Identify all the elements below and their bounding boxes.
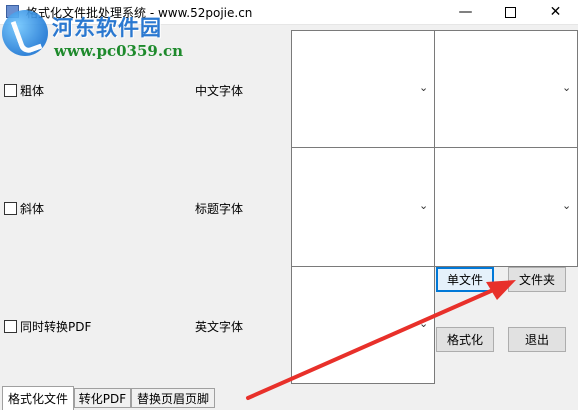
- title-font-list[interactable]: ⌄: [291, 147, 435, 267]
- bold-checkbox[interactable]: 粗体: [4, 82, 44, 99]
- folder-label: 文件夹: [518, 273, 555, 287]
- title-bar: 格式化文件批处理系统 - www.52pojie.cn — ✕: [0, 0, 578, 25]
- app-icon: [6, 5, 19, 18]
- tab-replace-header-footer-label: 替换页眉页脚: [136, 391, 209, 406]
- italic-checkbox-box[interactable]: [4, 202, 17, 215]
- maximize-icon: [505, 6, 516, 18]
- italic-label: 斜体: [20, 202, 45, 216]
- close-icon: ✕: [549, 4, 562, 20]
- tab-convert-pdf-label: 转化PDF: [78, 391, 127, 406]
- title-font-label: 标题字体: [195, 202, 244, 216]
- convert-pdf-checkbox[interactable]: 同时转换PDF: [4, 318, 91, 335]
- convert-pdf-label: 同时转换PDF: [20, 320, 92, 334]
- tab-replace-header-footer[interactable]: 替换页眉页脚: [131, 388, 215, 408]
- tab-format-files[interactable]: 格式化文件: [2, 386, 74, 410]
- single-file-label: 单文件: [446, 273, 483, 287]
- chevron-down-icon[interactable]: ⌄: [562, 82, 572, 93]
- tab-bar: 格式化文件 转化PDF 替换页眉页脚: [0, 386, 578, 410]
- chinese-font-list[interactable]: ⌄: [291, 30, 435, 148]
- folder-button[interactable]: 文件夹: [508, 267, 566, 292]
- maximize-button[interactable]: [488, 0, 533, 24]
- exit-button[interactable]: 退出: [508, 327, 566, 352]
- chinese-font-size-list[interactable]: ⌄: [434, 30, 578, 148]
- chevron-down-icon[interactable]: ⌄: [562, 200, 572, 211]
- chinese-font-label: 中文字体: [195, 84, 244, 98]
- watermark-url: www.pc0359.cn: [54, 42, 184, 60]
- title-font-size-list[interactable]: ⌄: [434, 147, 578, 267]
- bold-checkbox-box[interactable]: [4, 84, 17, 97]
- exit-label: 退出: [524, 333, 549, 347]
- chevron-down-icon[interactable]: ⌄: [419, 318, 429, 329]
- english-font-label: 英文字体: [195, 320, 244, 334]
- bold-label: 粗体: [20, 84, 45, 98]
- tab-convert-pdf[interactable]: 转化PDF: [74, 388, 131, 408]
- window-title: 格式化文件批处理系统 - www.52pojie.cn: [26, 6, 253, 20]
- close-button[interactable]: ✕: [533, 0, 578, 24]
- minimize-icon: —: [458, 4, 473, 20]
- format-button[interactable]: 格式化: [436, 327, 494, 352]
- english-font-list[interactable]: ⌄: [291, 266, 435, 384]
- tab-format-files-label: 格式化文件: [7, 392, 68, 406]
- chevron-down-icon[interactable]: ⌄: [419, 82, 429, 93]
- italic-checkbox[interactable]: 斜体: [4, 200, 44, 217]
- chevron-down-icon[interactable]: ⌄: [419, 200, 429, 211]
- format-label: 格式化: [446, 333, 483, 347]
- convert-pdf-checkbox-box[interactable]: [4, 320, 17, 333]
- minimize-button[interactable]: —: [443, 0, 488, 24]
- single-file-button[interactable]: 单文件: [436, 267, 494, 292]
